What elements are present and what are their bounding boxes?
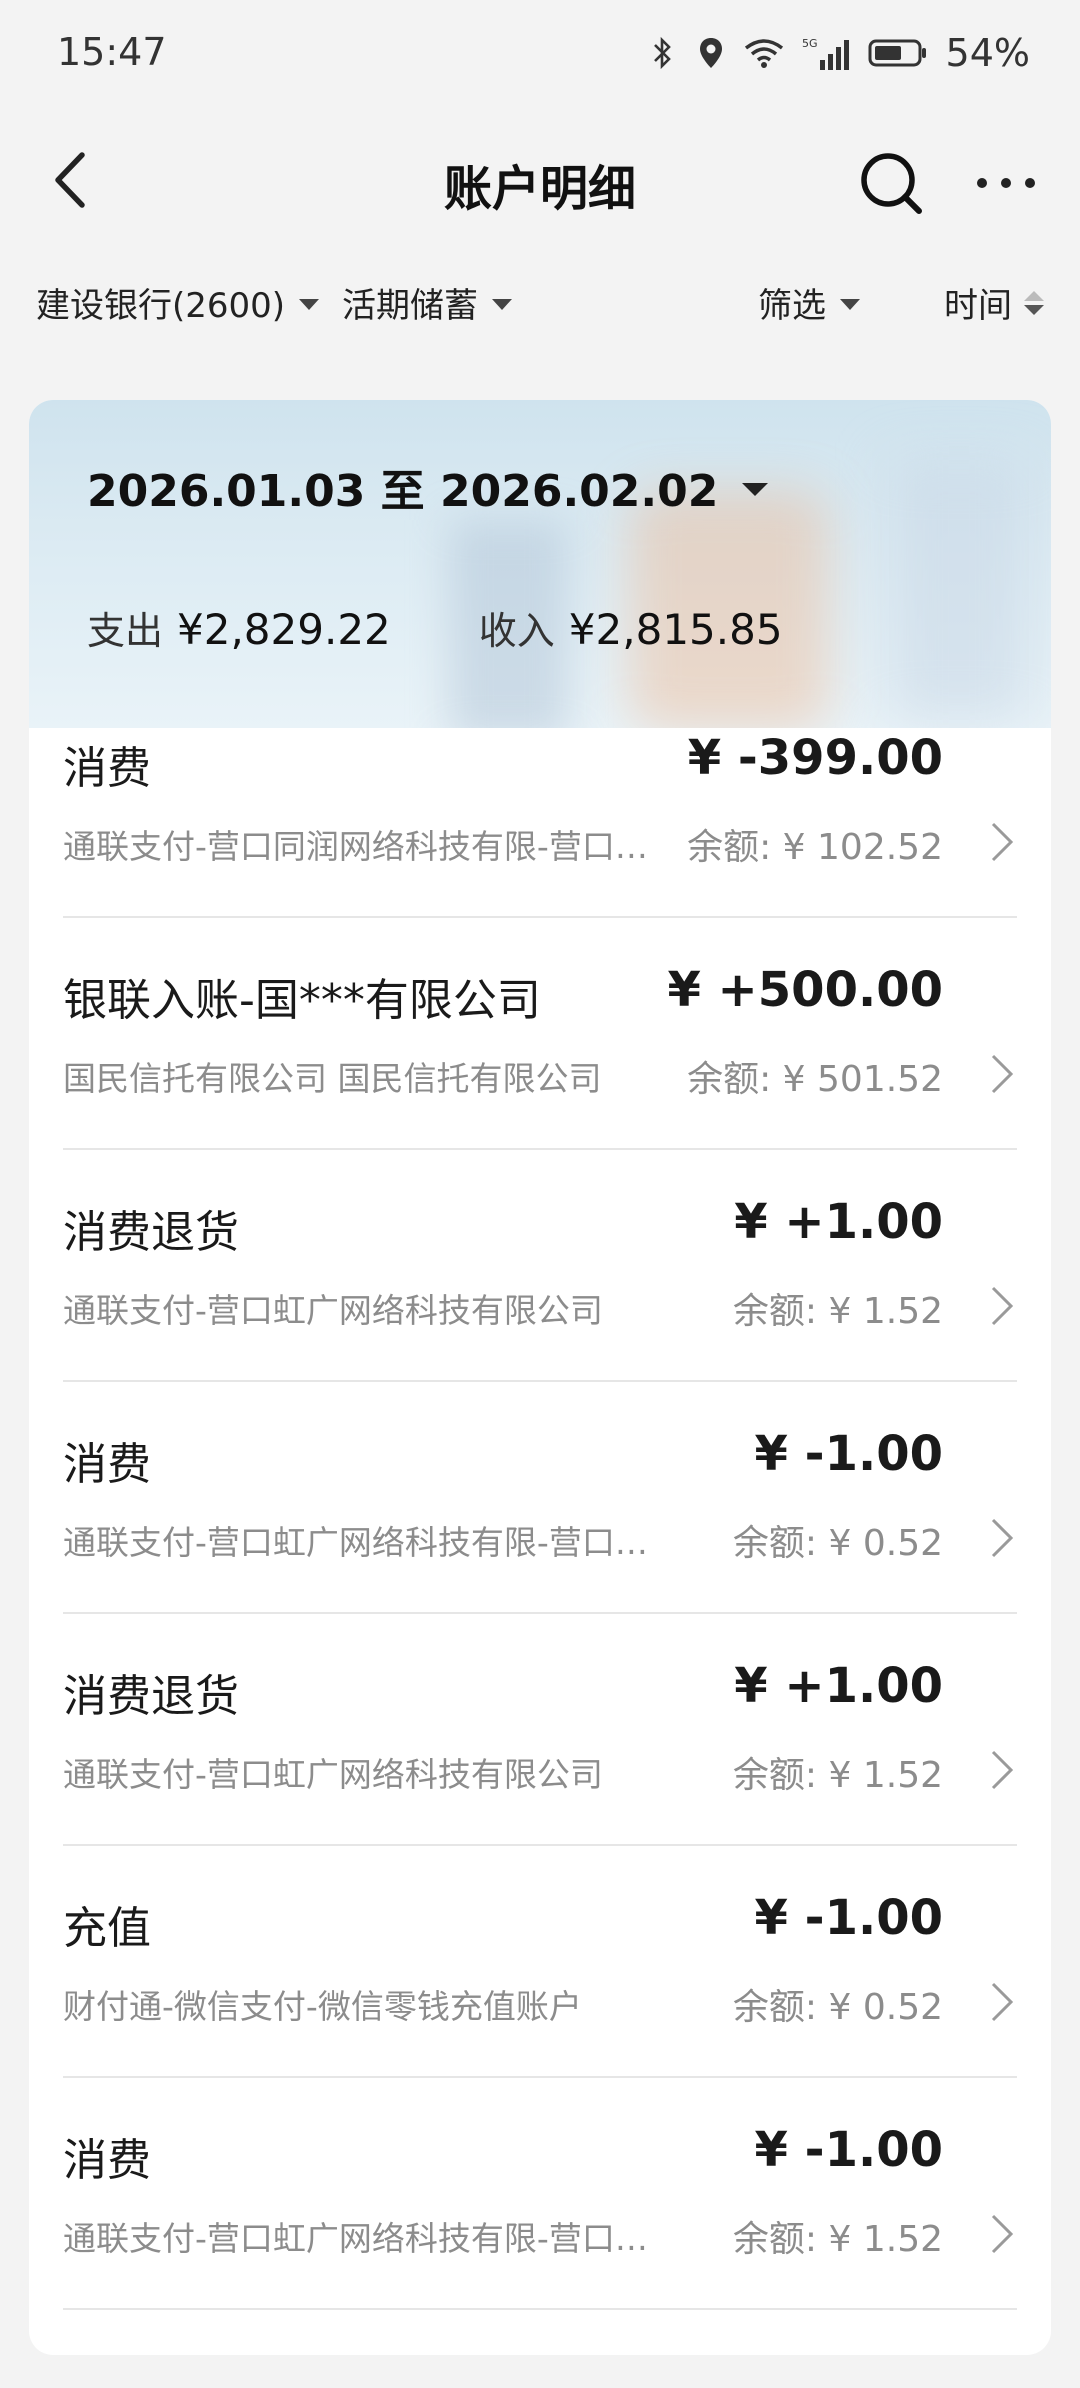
transaction-desc: 通联支付-营口同润网络科技有限-营口同润网络科技有限公司 — [63, 827, 673, 866]
transaction-amount: ¥ -1.00 — [754, 1890, 943, 1946]
chevron-down-icon — [299, 299, 320, 310]
search-icon — [861, 153, 922, 214]
transaction-amount: ¥ +500.00 — [667, 962, 943, 1018]
account-type-selector[interactable]: 活期储蓄 — [342, 278, 512, 327]
chevron-right-icon — [991, 1982, 1014, 2022]
chevron-right-icon — [991, 1750, 1014, 1790]
account-card: 2026.01.03 至 2026.02.02 支出 ¥2,829.22 收入 … — [29, 400, 1051, 2355]
transaction-amount: ¥ +1.00 — [734, 1194, 943, 1250]
date-range-label: 2026.01.03 至 2026.02.02 — [87, 466, 719, 517]
location-icon — [696, 34, 726, 72]
divider — [63, 2308, 1017, 2310]
date-range-selector[interactable]: 2026.01.03 至 2026.02.02 — [87, 455, 769, 519]
sort-time-button[interactable]: 时间 — [944, 278, 1044, 327]
transaction-desc: 通联支付-营口虹广网络科技有限-营口虹广网络科技有限公司 — [63, 1523, 673, 1562]
transaction-amount: ¥ -1.00 — [754, 1426, 943, 1482]
transaction-title: 消费退货 — [63, 1207, 239, 1258]
battery-percent: 54% — [945, 31, 1030, 75]
transaction-item[interactable]: 消费 ¥ -1.00 通联支付-营口虹广网络科技有限-营口虹广网络科技有限公司 … — [29, 1382, 1051, 1614]
battery-icon — [868, 34, 928, 72]
more-dots-icon — [977, 178, 1035, 188]
transaction-item[interactable]: 消费 ¥ -399.00 通联支付-营口同润网络科技有限-营口同润网络科技有限公… — [29, 728, 1051, 918]
chevron-down-icon — [840, 299, 860, 310]
account-type-label: 活期储蓄 — [342, 286, 478, 326]
transaction-balance: 余额: ¥ 1.52 — [732, 1755, 943, 1796]
svg-text:5G: 5G — [802, 37, 818, 50]
transaction-desc: 通联支付-营口虹广网络科技有限-营口虹广网络科技有限公司 — [63, 2219, 673, 2258]
transaction-balance: 余额: ¥ 1.52 — [732, 2219, 943, 2260]
transaction-balance: 余额: ¥ 1.52 — [732, 1291, 943, 1332]
summary-banner: 2026.01.03 至 2026.02.02 支出 ¥2,829.22 收入 … — [29, 400, 1051, 728]
chevron-right-icon — [991, 1054, 1014, 1094]
chevron-down-icon — [492, 299, 512, 310]
transaction-desc: 通联支付-营口虹广网络科技有限公司 — [63, 1755, 603, 1794]
transaction-desc: 财付通-微信支付-微信零钱充值账户 — [63, 1987, 582, 2026]
transaction-title: 消费 — [63, 1439, 151, 1490]
transaction-balance: 余额: ¥ 0.52 — [732, 1523, 943, 1564]
transaction-item[interactable]: 充值 ¥ -1.00 财付通-微信支付-微信零钱充值账户 余额: ¥ 0.52 — [29, 1846, 1051, 2078]
bluetooth-icon — [648, 34, 678, 72]
transaction-desc: 国民信托有限公司 国民信托有限公司 — [63, 1059, 602, 1098]
transaction-title: 消费退货 — [63, 1671, 239, 1722]
transaction-balance: 余额: ¥ 102.52 — [687, 827, 943, 868]
top-bar: 账户明细 — [0, 125, 1080, 235]
chevron-right-icon — [991, 2214, 1014, 2254]
filter-label: 筛选 — [758, 286, 826, 326]
transaction-amount: ¥ -399.00 — [687, 730, 943, 786]
expense-value: ¥2,829.22 — [177, 605, 391, 654]
transaction-item[interactable]: 消费退货 ¥ +1.00 通联支付-营口虹广网络科技有限公司 余额: ¥ 1.5… — [29, 1150, 1051, 1382]
wifi-icon — [744, 34, 784, 72]
transaction-balance: 余额: ¥ 0.52 — [732, 1987, 943, 2028]
more-button[interactable] — [970, 147, 1042, 219]
income-value: ¥2,815.85 — [568, 605, 783, 654]
chevron-right-icon — [991, 1286, 1014, 1326]
transaction-title: 消费 — [63, 743, 151, 794]
transaction-item[interactable]: 银联入账-国***有限公司 ¥ +500.00 国民信托有限公司 国民信托有限公… — [29, 918, 1051, 1150]
account-selector[interactable]: 建设银行(2600) — [36, 278, 320, 327]
status-icons: 5G 54% — [648, 28, 1030, 78]
sort-label: 时间 — [944, 286, 1012, 326]
transaction-list: 消费 ¥ -399.00 通联支付-营口同润网络科技有限-营口同润网络科技有限公… — [29, 728, 1051, 2310]
search-button[interactable] — [855, 147, 927, 219]
chevron-right-icon — [991, 822, 1014, 862]
status-time: 15:47 — [57, 30, 167, 74]
transaction-title: 银联入账-国***有限公司 — [63, 975, 541, 1026]
chevron-right-icon — [991, 1518, 1014, 1558]
chevron-down-icon — [742, 482, 769, 496]
transaction-balance: 余额: ¥ 501.52 — [687, 1059, 943, 1100]
transaction-item[interactable]: 消费退货 ¥ +1.00 通联支付-营口虹广网络科技有限公司 余额: ¥ 1.5… — [29, 1614, 1051, 1846]
transaction-title: 充值 — [63, 1903, 151, 1954]
transaction-desc: 通联支付-营口虹广网络科技有限公司 — [63, 1291, 603, 1330]
filter-row: 建设银行(2600) 活期储蓄 筛选 时间 — [0, 278, 1080, 344]
signal-5g-icon: 5G — [802, 34, 850, 72]
filter-button[interactable]: 筛选 — [758, 278, 860, 327]
transaction-item[interactable]: 消费 ¥ -1.00 通联支付-营口虹广网络科技有限-营口虹广网络科技有限公司 … — [29, 2078, 1051, 2310]
totals-row: 支出 ¥2,829.22 收入 ¥2,815.85 — [87, 600, 783, 655]
transaction-title: 消费 — [63, 2135, 151, 2186]
sort-icon — [1024, 290, 1044, 315]
expense-label: 支出 — [87, 609, 164, 653]
account-label: 建设银行(2600) — [36, 286, 286, 326]
income-label: 收入 — [478, 609, 555, 653]
transaction-amount: ¥ -1.00 — [754, 2122, 943, 2178]
transaction-amount: ¥ +1.00 — [734, 1658, 943, 1714]
status-bar: 15:47 5G 54% — [0, 0, 1080, 110]
